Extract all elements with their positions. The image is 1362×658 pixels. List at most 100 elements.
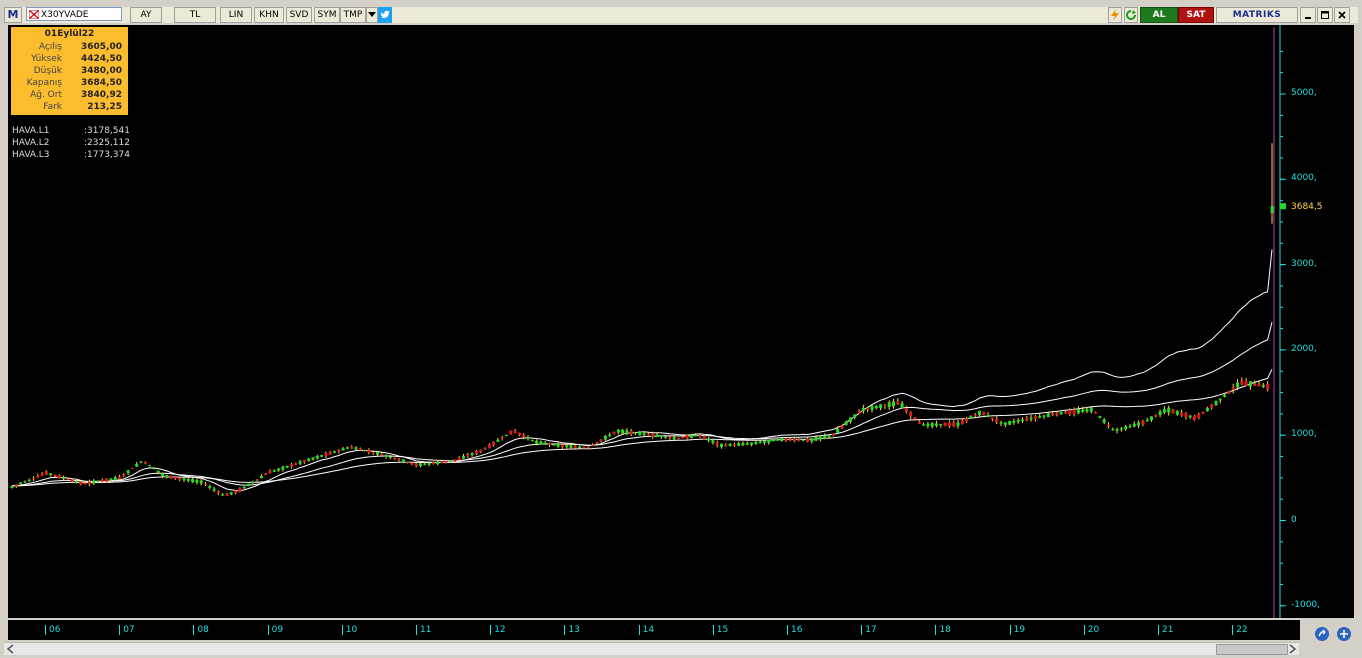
candle-body [277, 468, 281, 471]
candle-body [883, 404, 887, 407]
candle-body [689, 434, 693, 439]
candle-body [307, 458, 311, 462]
candle-body [53, 474, 57, 477]
candle-body [732, 443, 736, 446]
candle-body [285, 465, 289, 468]
candle-body [1154, 414, 1158, 417]
candle-body [302, 460, 306, 463]
candle-body [672, 437, 676, 440]
twitter-icon [380, 10, 390, 18]
candle-body [401, 459, 405, 463]
candle-body [1201, 411, 1205, 414]
candle-body [651, 433, 655, 437]
chart-settings-icon[interactable] [1314, 626, 1330, 642]
ohlc-label: Yüksek [31, 54, 62, 64]
candle-body [178, 477, 182, 480]
toolbar-button-khn[interactable]: KHN [254, 7, 284, 23]
symbol-name: X30YVADE [41, 10, 89, 20]
lightning-button[interactable] [1108, 7, 1122, 23]
candle-body [397, 458, 401, 461]
candle-body [642, 433, 646, 435]
candle-body [685, 435, 689, 439]
candle-body [724, 444, 728, 447]
indicator-legend-row: HAVA.L1:3178,541 [12, 125, 130, 137]
candle-body [1115, 429, 1119, 431]
x-tick-label: 11 [416, 625, 431, 635]
zoom-icon[interactable] [1336, 626, 1352, 642]
candle-body [294, 463, 298, 465]
candle-body [960, 420, 964, 424]
candle-body [965, 418, 969, 422]
toolbar-button-tmp[interactable]: TMP [340, 7, 366, 23]
candle-body [707, 438, 711, 441]
candle-body [668, 436, 672, 439]
candle-body [973, 414, 977, 416]
candle-body [371, 452, 375, 454]
candle-body [186, 478, 190, 481]
candle-body [763, 440, 766, 443]
time-axis: 06 07 08 09 10 11 12 13 14 15 16 17 18 19 20 21 22 [8, 620, 1300, 640]
refresh-button[interactable] [1124, 7, 1138, 23]
app-menu-button[interactable]: M [4, 7, 22, 23]
candle-body [419, 463, 422, 466]
candle-body [1167, 407, 1171, 413]
candle-body [1076, 409, 1080, 414]
maximize-button[interactable] [1317, 7, 1333, 23]
candle-body [917, 421, 921, 424]
twitter-share-button[interactable] [378, 7, 392, 23]
scrollbar-thumb[interactable] [1216, 644, 1288, 655]
candle-body [844, 421, 848, 426]
candle-body [745, 443, 749, 445]
candle-body [324, 453, 328, 457]
candle-body [853, 414, 857, 418]
buy-button[interactable]: AL [1140, 7, 1178, 23]
candle-body [806, 438, 809, 443]
candle-body [75, 481, 78, 483]
template-dropdown-button[interactable] [366, 7, 378, 23]
candle-body [479, 449, 483, 453]
horizontal-scrollbar[interactable] [4, 642, 1299, 655]
candle-body [737, 443, 741, 446]
candle-body [505, 434, 508, 436]
candle-body [345, 447, 349, 449]
candle-body [978, 410, 981, 416]
toolbar-button-ay[interactable]: AY [130, 7, 162, 23]
ohlc-label: Ağ. Ort [30, 90, 62, 100]
candle-body [1240, 380, 1244, 385]
candle-body [1064, 411, 1067, 414]
candle-body [122, 474, 126, 476]
symbol-input[interactable]: X30YVADE [26, 7, 122, 21]
candle-body [1042, 415, 1046, 417]
close-button[interactable] [1334, 7, 1350, 23]
candle-body [225, 493, 229, 496]
toolbar-button-svd[interactable]: SVD [286, 7, 312, 23]
chart-canvas[interactable] [8, 25, 1354, 618]
ohlc-label: Fark [43, 102, 62, 112]
x-tick-label: 15 [712, 625, 728, 635]
candle-body [453, 459, 457, 462]
price-chart[interactable]: 01Eylül22 Açılış 3605,00 Yüksek 4424,50 Düşü… [8, 25, 1354, 618]
ohlc-label: Açılış [38, 42, 62, 52]
ohlc-value: 213,25 [87, 102, 122, 112]
toolbar-button-sym[interactable]: SYM [314, 7, 340, 23]
candle-body [1124, 426, 1128, 430]
candle-body [87, 481, 91, 485]
candle-body [900, 403, 904, 409]
candle-body [199, 480, 203, 484]
sell-button[interactable]: SAT [1178, 7, 1214, 23]
x-tick-label: 20 [1083, 625, 1099, 635]
candle-body [1055, 412, 1059, 415]
candle-body [298, 461, 302, 464]
candle-body [874, 405, 878, 409]
toolbar-button-lin[interactable]: LIN [220, 7, 252, 23]
candle-body [1214, 400, 1218, 405]
candle-body [23, 481, 27, 483]
candle-body [926, 423, 930, 426]
minimize-button[interactable] [1300, 7, 1316, 23]
toolbar-button-tl[interactable]: TL [174, 7, 216, 23]
candle-body [1180, 412, 1184, 416]
candle-body [139, 461, 143, 463]
candle-body [251, 481, 255, 483]
candle-body [414, 463, 418, 467]
candle-body [595, 442, 599, 444]
